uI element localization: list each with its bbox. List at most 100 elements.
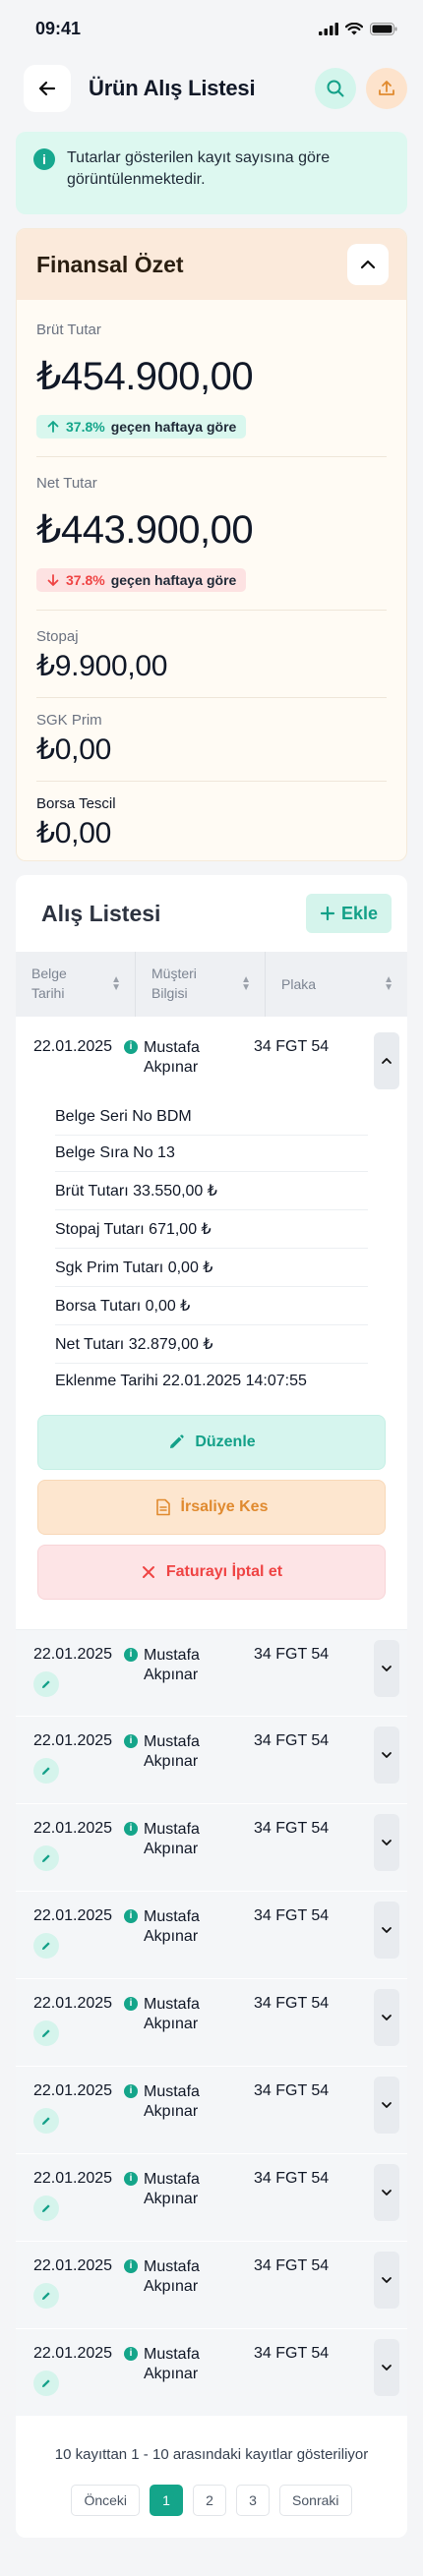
detail-gross-amount: Brüt Tutarı 33.550,00 ₺: [55, 1172, 368, 1210]
stopaj-label: Stopaj: [36, 628, 79, 645]
arrow-left-icon: [38, 81, 56, 96]
add-button-label: Ekle: [340, 903, 378, 923]
row-plate: 34 FGT 54: [254, 2345, 330, 2362]
back-button[interactable]: [24, 65, 71, 112]
detail-doc-series: Belge Seri No BDM: [55, 1099, 368, 1136]
divider: [36, 456, 387, 457]
row-edit-button[interactable]: [33, 1933, 59, 1959]
chevron-up-icon: [382, 1058, 392, 1064]
row-plate: 34 FGT 54: [254, 2082, 330, 2099]
page-button-2[interactable]: 2: [193, 2485, 227, 2516]
expand-row-button[interactable]: [374, 2164, 399, 2221]
row-customer-name: Mustafa Akpınar: [144, 1039, 200, 1076]
pagination-summary: 10 kayıttan 1 - 10 arasındaki kayıtlar g…: [54, 2446, 369, 2463]
row-edit-button[interactable]: [33, 2371, 59, 2396]
borsa-label: Borsa Tescil: [36, 795, 116, 812]
sgk-value: ₺0,00: [36, 733, 111, 766]
row-customer: i Mustafa Akpınar: [124, 1907, 254, 1947]
detail-borsa-amount: Borsa Tutarı 0,00 ₺: [55, 1287, 368, 1325]
info-icon: i: [124, 1734, 138, 1748]
top-bar: Ürün Alış Listesi: [0, 61, 423, 116]
row-edit-button[interactable]: [33, 2283, 59, 2309]
expand-row-button[interactable]: [374, 1989, 399, 2046]
arrow-up-icon: [47, 421, 59, 433]
pencil-icon: [42, 2379, 50, 2387]
table-row[interactable]: 22.01.2025 i Mustafa Akpınar 34 FGT 54: [16, 2242, 407, 2329]
row-edit-button[interactable]: [33, 2108, 59, 2134]
row-date: 22.01.2025: [33, 2082, 113, 2099]
waybill-button[interactable]: İrsaliye Kes: [37, 1480, 386, 1535]
info-icon: i: [124, 2172, 138, 2186]
row-customer: i Mustafa Akpınar: [124, 1646, 254, 1685]
add-button[interactable]: Ekle: [305, 894, 392, 933]
page-button-3[interactable]: 3: [236, 2485, 271, 2516]
search-button[interactable]: [315, 68, 356, 109]
row-customer: i Mustafa Akpınar: [124, 1820, 254, 1859]
table-row[interactable]: 22.01.2025 i Mustafa Akpınar 34 FGT 54: [16, 2067, 407, 2154]
table-row[interactable]: 22.01.2025 i Mustafa Akpınar 34 FGT 54: [16, 1804, 407, 1892]
prev-page-button[interactable]: Önceki: [71, 2485, 141, 2516]
expand-row-button[interactable]: [374, 1902, 399, 1959]
row-customer: i Mustafa Akpınar: [124, 1995, 254, 2034]
financial-summary-header: Finansal Özet: [17, 229, 406, 300]
table-row[interactable]: 22.01.2025 i Mustafa Akpınar 34 FGT 54: [16, 2329, 407, 2417]
row-customer: i Mustafa Akpınar: [124, 1038, 254, 1078]
row-edit-button[interactable]: [33, 1845, 59, 1871]
page-button-1[interactable]: 1: [150, 2485, 184, 2516]
row-edit-button[interactable]: [33, 1671, 59, 1697]
edit-button[interactable]: Düzenle: [37, 1415, 386, 1470]
pagination-footer: 10 kayıttan 1 - 10 arasındaki kayıtlar g…: [16, 2417, 407, 2538]
table-row[interactable]: 22.01.2025 i Mustafa Akpınar 34 FGT 54: [16, 1629, 407, 1717]
status-bar: 09:41: [0, 0, 423, 57]
purchase-list-header: Alış Listesi Ekle: [16, 875, 407, 952]
column-header-date[interactable]: Belge Tarihi ▲ ▼: [16, 952, 136, 1017]
pencil-icon: [42, 2292, 50, 2300]
expand-row-button[interactable]: [374, 2339, 399, 2396]
chevron-down-icon: [382, 2365, 392, 2371]
row-edit-button[interactable]: [33, 2020, 59, 2046]
sgk-label: SGK Prim: [36, 712, 102, 729]
next-page-button[interactable]: Sonraki: [279, 2485, 352, 2516]
stopaj-value: ₺9.900,00: [36, 650, 168, 682]
expand-row-button[interactable]: [374, 2077, 399, 2134]
chevron-down-icon: [382, 1666, 392, 1671]
gross-trend-pct: 37.8%: [66, 419, 105, 435]
row-customer-name: Mustafa Akpınar: [144, 2083, 200, 2120]
row-customer-name: Mustafa Akpınar: [144, 2258, 200, 2295]
document-icon: [155, 1498, 170, 1516]
gross-label: Brüt Tutar: [36, 322, 101, 338]
wifi-icon: [345, 22, 363, 34]
info-icon: i: [124, 1648, 138, 1662]
info-icon: i: [124, 1822, 138, 1836]
column-header-customer[interactable]: Müşteri Bilgisi ▲ ▼: [136, 952, 266, 1017]
sort-icon: ▲ ▼: [111, 974, 121, 993]
expand-row-button[interactable]: [374, 1814, 399, 1871]
row-edit-button[interactable]: [33, 2195, 59, 2221]
collapse-row-button[interactable]: [374, 1032, 399, 1089]
row-details-list: Belge Seri No BDM Belge Sıra No 13 Brüt …: [16, 1095, 407, 1399]
upload-icon: [379, 81, 394, 95]
table-row[interactable]: 22.01.2025 i Mustafa Akpınar 34 FGT 54: [16, 1892, 407, 1979]
row-edit-button[interactable]: [33, 1758, 59, 1784]
column-header-plate[interactable]: Plaka ▲ ▼: [266, 952, 407, 1017]
gross-value: ₺454.900,00: [36, 355, 254, 398]
table-row[interactable]: 22.01.2025 i Mustafa Akpınar 34 FGT 54: [16, 1017, 407, 1095]
pencil-icon: [42, 2117, 50, 2125]
net-label: Net Tutar: [36, 475, 97, 492]
arrow-down-icon: [47, 574, 59, 586]
cancel-invoice-button[interactable]: Faturayı İptal et: [37, 1545, 386, 1600]
row-date: 22.01.2025: [33, 1732, 113, 1749]
export-button[interactable]: [366, 68, 407, 109]
expand-row-button[interactable]: [374, 2252, 399, 2309]
table-row[interactable]: 22.01.2025 i Mustafa Akpınar 34 FGT 54: [16, 2154, 407, 2242]
collapse-summary-button[interactable]: [347, 244, 389, 285]
pagination: Önceki 1 2 3 Sonraki: [16, 2485, 407, 2516]
table-row[interactable]: 22.01.2025 i Mustafa Akpınar 34 FGT 54: [16, 1979, 407, 2067]
chevron-down-icon: [382, 2190, 392, 2195]
divider: [36, 697, 387, 698]
expand-row-button[interactable]: [374, 1640, 399, 1697]
table-row[interactable]: 22.01.2025 i Mustafa Akpınar 34 FGT 54: [16, 1717, 407, 1804]
info-icon: i: [124, 1909, 138, 1923]
row-date: 22.01.2025: [33, 1646, 113, 1663]
expand-row-button[interactable]: [374, 1727, 399, 1784]
